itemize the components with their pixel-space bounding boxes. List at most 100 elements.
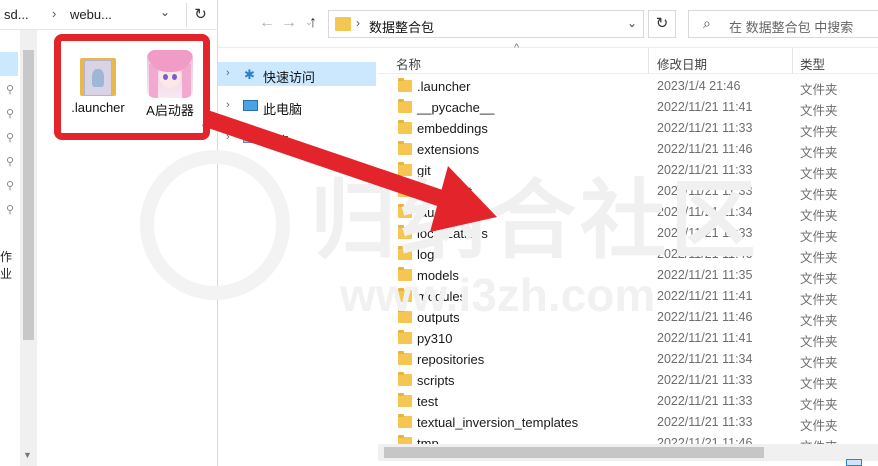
horizontal-scrollbar[interactable]	[378, 444, 878, 461]
column-divider[interactable]	[648, 48, 649, 74]
file-name: embeddings	[417, 121, 488, 136]
file-date: 2022/11/21 11:35	[657, 268, 753, 282]
nav-item-label[interactable]: 作业	[0, 248, 20, 282]
file-type: 文件夹	[800, 125, 838, 139]
pin-icon: ⚲	[5, 84, 15, 96]
chevron-right-icon[interactable]: ›	[356, 16, 360, 30]
file-name: scripts	[417, 373, 455, 388]
file-date: 2022/11/21 11:33	[657, 373, 753, 387]
table-row[interactable]: embeddings 2022/11/21 11:33 文件夹	[378, 118, 878, 139]
file-name: extensions	[417, 142, 480, 157]
file-name: launcher	[417, 205, 467, 220]
table-row[interactable]: javascript 2022/11/21 11:33 文件夹	[378, 181, 878, 202]
network-icon	[243, 132, 258, 143]
scroll-down-icon[interactable]: ▼	[23, 450, 32, 460]
table-row[interactable]: localizations 2022/11/21 11:33 文件夹	[378, 223, 878, 244]
file-type: 文件夹	[800, 104, 838, 118]
table-row[interactable]: __pycache__ 2022/11/21 11:41 文件夹	[378, 97, 878, 118]
table-row[interactable]: py310 2022/11/21 11:41 文件夹	[378, 328, 878, 349]
selected-nav-item[interactable]	[0, 52, 18, 76]
table-row[interactable]: test 2022/11/21 11:33 文件夹	[378, 391, 878, 412]
search-input[interactable]: ⌕ 在 数据整合包 中搜索	[688, 10, 878, 38]
file-date: 2022/11/21 11:33	[657, 121, 753, 135]
nav-item-network[interactable]: › 网络	[218, 126, 376, 150]
chevron-down-icon[interactable]: ⌄	[627, 16, 637, 30]
folder-icon	[398, 351, 412, 365]
scrollbar-thumb[interactable]	[23, 50, 34, 340]
table-row[interactable]: modules 2022/11/21 11:41 文件夹	[378, 286, 878, 307]
anime-app-icon	[146, 50, 194, 98]
details-view-icon[interactable]	[846, 459, 862, 466]
column-name[interactable]: 名称	[396, 54, 421, 73]
folder-icon	[398, 225, 412, 239]
left-scrollbar[interactable]: ▼	[20, 30, 37, 466]
left-address-bar[interactable]: sd... › webu... ⌄ ↻	[0, 0, 218, 30]
nav-item-this-pc[interactable]: › 此电脑	[218, 94, 376, 118]
nav-item-label: 此电脑	[263, 102, 303, 117]
up-arrow-icon[interactable]: ↑	[302, 12, 324, 34]
file-name: localizations	[417, 226, 488, 241]
table-row[interactable]: extensions 2022/11/21 11:46 文件夹	[378, 139, 878, 160]
pin-icon: ⚲	[5, 156, 15, 168]
folder-icon	[398, 120, 412, 134]
back-arrow-icon[interactable]: ←	[256, 12, 278, 34]
file-date: 2022/11/21 11:33	[657, 226, 753, 240]
file-date: 2022/11/21 11:33	[657, 184, 753, 198]
file-name: .launcher	[417, 79, 471, 94]
breadcrumb-item[interactable]: webu...	[70, 7, 112, 22]
nav-item-label: 网络	[263, 134, 290, 149]
launcher-folder-item[interactable]: .launcher	[61, 41, 135, 115]
table-row[interactable]: outputs 2022/11/21 11:46 文件夹	[378, 307, 878, 328]
table-row[interactable]: log 2022/11/21 11:46 文件夹	[378, 244, 878, 265]
file-date: 2022/11/21 11:41	[657, 289, 753, 303]
refresh-icon[interactable]: ↻	[186, 3, 214, 27]
table-row[interactable]: git 2022/11/21 11:33 文件夹	[378, 160, 878, 181]
computer-icon	[243, 100, 258, 111]
expand-chevron-icon[interactable]: ›	[226, 99, 230, 111]
table-row[interactable]: scripts 2022/11/21 11:33 文件夹	[378, 370, 878, 391]
file-date: 2023/1/4 21:46	[657, 79, 741, 93]
table-row[interactable]: textual_inversion_templates 2022/11/21 11…	[378, 412, 878, 433]
breadcrumb-item[interactable]: sd...	[4, 7, 29, 22]
file-name: outputs	[417, 310, 460, 325]
column-date[interactable]: 修改日期	[657, 54, 707, 73]
table-row[interactable]: .launcher 2023/1/4 21:46 文件夹	[378, 76, 878, 97]
pin-icon: ⚲	[5, 108, 15, 120]
expand-chevron-icon[interactable]: ›	[226, 67, 230, 79]
table-row[interactable]: repositories 2022/11/21 11:34 文件夹	[378, 349, 878, 370]
file-type: 文件夹	[800, 251, 838, 265]
chevron-down-icon[interactable]: ⌄	[160, 5, 170, 19]
item-label: .launcher	[71, 100, 125, 115]
nav-item-quick-access[interactable]: › ✱ 快速访问	[218, 62, 376, 86]
search-icon: ⌕	[703, 15, 711, 31]
scrollbar-thumb[interactable]	[384, 447, 764, 458]
file-type: 文件夹	[800, 419, 838, 433]
folder-icon	[335, 17, 351, 31]
file-name: __pycache__	[417, 100, 495, 115]
address-path[interactable]: 数据整合包	[369, 17, 434, 36]
file-type: 文件夹	[800, 356, 838, 370]
file-date: 2022/11/21 11:46	[657, 142, 753, 156]
navigation-pane: › ✱ 快速访问 › 此电脑 › 网络	[218, 48, 378, 466]
table-row[interactable]: models 2022/11/21 11:35 文件夹	[378, 265, 878, 286]
expand-chevron-icon[interactable]: ›	[226, 131, 230, 143]
table-row[interactable]: launcher 2022/11/21 11:34 文件夹	[378, 202, 878, 223]
file-date: 2022/11/21 11:46	[657, 247, 753, 261]
pin-icon: ⚲	[5, 180, 15, 192]
item-label: A启动器	[146, 103, 194, 118]
address-bar[interactable]: › 数据整合包 ⌄	[328, 10, 644, 38]
file-name: log	[417, 247, 435, 262]
folder-icon	[398, 78, 412, 92]
refresh-button[interactable]: ↻	[648, 10, 676, 38]
background-explorer-window: sd... › webu... ⌄ ↻ ⚲ ⚲ ⚲ ⚲ ⚲ ⚲ 作业 ▼ .la…	[0, 0, 218, 466]
file-name: javascript	[417, 184, 472, 199]
file-name: test	[417, 394, 438, 409]
file-date: 2022/11/21 11:33	[657, 394, 753, 408]
column-divider[interactable]	[792, 48, 793, 74]
folder-icon	[398, 372, 412, 386]
folder-icon	[398, 414, 412, 428]
column-type[interactable]: 类型	[800, 54, 825, 73]
launcher-app-item[interactable]: A启动器	[133, 41, 207, 119]
forward-arrow-icon[interactable]: →	[278, 12, 300, 34]
file-name: models	[417, 268, 459, 283]
